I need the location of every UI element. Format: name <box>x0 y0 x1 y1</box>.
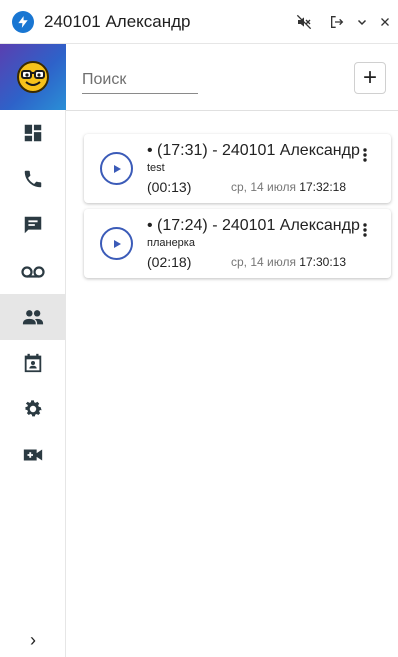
people-icon <box>22 310 44 325</box>
avatar[interactable] <box>0 44 66 110</box>
recording-card[interactable]: • (17:31) - 240101 Александр test (00:13… <box>84 134 391 203</box>
search-input[interactable] <box>82 66 198 93</box>
mute-icon[interactable] <box>293 11 315 33</box>
close-icon[interactable] <box>374 11 396 33</box>
recording-title: • (17:24) - 240101 Александр <box>147 217 360 234</box>
glasses-emoji-avatar-icon <box>17 61 49 93</box>
header-divider <box>66 110 398 111</box>
kebab-menu-icon <box>363 223 367 237</box>
play-button[interactable] <box>100 152 133 185</box>
more-options-button[interactable] <box>356 219 374 241</box>
sidebar-expand-button[interactable]: › <box>0 624 66 657</box>
chat-icon <box>24 216 42 234</box>
calendar-person-icon <box>24 353 42 373</box>
more-options-button[interactable] <box>356 144 374 166</box>
add-button[interactable]: + <box>354 62 386 94</box>
recording-note: test <box>147 162 165 174</box>
main-panel: + • (17:31) - 240101 Александр test (00:… <box>66 44 398 657</box>
recording-time: 17:30:13 <box>299 255 347 269</box>
nav-chat[interactable] <box>0 202 66 248</box>
play-icon <box>113 164 121 173</box>
play-icon <box>113 239 121 248</box>
recording-time: 17:32:18 <box>299 180 347 194</box>
recording-date-prefix: ср, 14 июля <box>231 255 300 269</box>
nav-voicemail[interactable] <box>0 248 66 294</box>
phone-icon <box>24 170 42 188</box>
play-button[interactable] <box>100 227 133 260</box>
window-title: 240101 Александр <box>44 12 191 31</box>
search-field[interactable] <box>82 66 198 94</box>
nav-people[interactable] <box>0 294 66 340</box>
sidebar: › <box>0 44 66 657</box>
recording-duration: (02:18) <box>147 254 192 270</box>
voicemail-icon <box>21 266 45 278</box>
gear-icon <box>25 400 42 417</box>
nav-settings[interactable] <box>0 386 66 432</box>
nav-video[interactable] <box>0 432 66 478</box>
recording-date: ср, 14 июля 17:32:18 <box>231 180 346 194</box>
recording-duration: (00:13) <box>147 179 192 195</box>
nav-phone[interactable] <box>0 156 66 202</box>
video-add-icon <box>23 449 43 461</box>
logout-icon[interactable] <box>326 11 348 33</box>
kebab-menu-icon <box>363 148 367 162</box>
app-bolt-icon <box>12 11 34 33</box>
recording-date-prefix: ср, 14 июля <box>231 180 300 194</box>
dashboard-icon <box>24 124 42 142</box>
nav-calendar[interactable] <box>0 340 66 386</box>
recording-title: • (17:31) - 240101 Александр <box>147 142 360 159</box>
title-bar: 240101 Александр <box>0 0 398 44</box>
chevron-down-icon[interactable] <box>351 11 373 33</box>
nav-dashboard[interactable] <box>0 110 66 156</box>
recording-note: планерка <box>147 237 195 249</box>
recording-date: ср, 14 июля 17:30:13 <box>231 255 346 269</box>
recording-card[interactable]: • (17:24) - 240101 Александр планерка (0… <box>84 209 391 278</box>
